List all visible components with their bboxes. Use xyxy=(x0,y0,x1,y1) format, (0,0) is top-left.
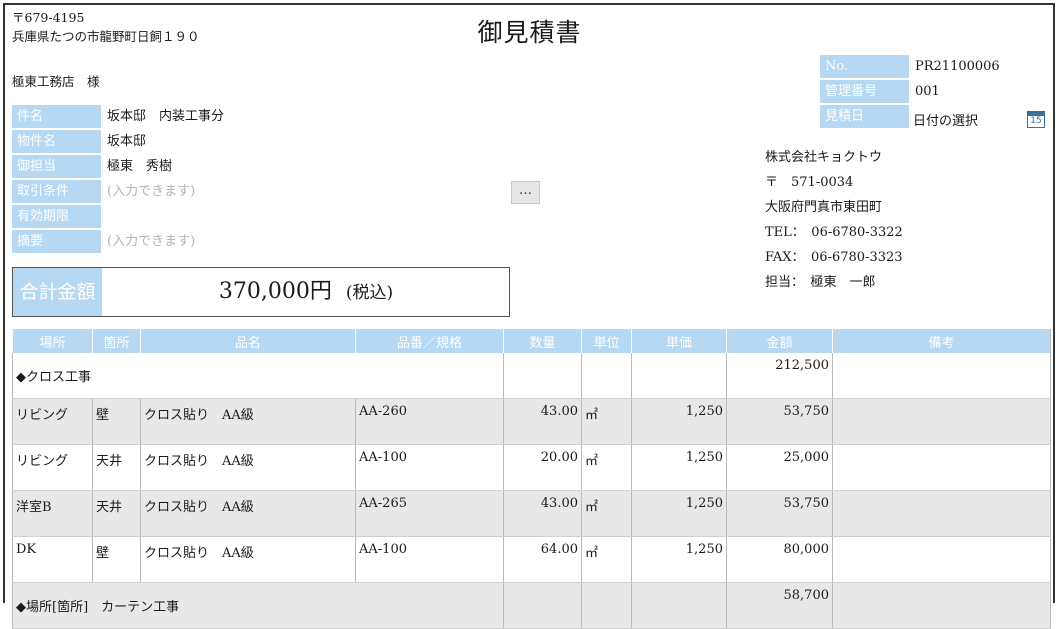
cell-item: クロス貼り AA級 xyxy=(140,444,356,491)
client-recipient: 極東工務店 様 xyxy=(12,74,100,89)
cell-quantity: 64.00 xyxy=(503,536,582,583)
group-name: ◆クロス工事 xyxy=(12,353,504,399)
cell-place: DK xyxy=(12,536,93,583)
column-header-code: 品番／規格 xyxy=(355,329,504,353)
cell-quantity: 43.00 xyxy=(503,490,582,537)
column-header-quantity: 数量 xyxy=(503,329,582,353)
cell-spot: 壁 xyxy=(92,536,141,583)
cell-unit-price: 1,250 xyxy=(631,536,727,583)
client-address: 兵庫県たつの市龍野町日飼１９０ xyxy=(12,29,200,44)
group-amount: 58,700 xyxy=(726,582,833,629)
cell-place: 洋室B xyxy=(12,490,93,537)
table-row[interactable]: 洋室B 天井 クロス貼り AA級 AA-265 43.00 ㎡ 1,250 53… xyxy=(12,490,1051,537)
meta-label-number: No. xyxy=(820,55,909,78)
cell-spot: 天井 xyxy=(92,444,141,491)
total-tax-note: (税込) xyxy=(345,283,394,303)
meta-value-number: PR21100006 xyxy=(915,59,1000,74)
field-value-expiry[interactable] xyxy=(107,205,407,228)
total-amount-box: 合計金額 370,000円 (税込) xyxy=(12,267,510,317)
field-label-subject: 件名 xyxy=(12,105,101,128)
cell-spot: 天井 xyxy=(92,490,141,537)
field-value-remarks[interactable]: (入力できます) xyxy=(107,230,195,253)
company-tel: TEL： 06-6780-3322 xyxy=(765,225,903,240)
company-fax: FAX： 06-6780-3323 xyxy=(765,250,903,265)
cell-unit: ㎡ xyxy=(581,444,632,491)
cell-code: AA-260 xyxy=(355,398,504,445)
field-label-property: 物件名 xyxy=(12,130,101,153)
cell-amount: 80,000 xyxy=(726,536,833,583)
cell-amount: 53,750 xyxy=(726,490,833,537)
field-label-remarks: 摘要 xyxy=(12,230,101,253)
cell-note xyxy=(832,398,1051,445)
estimate-items-table: 場所 箇所 品名 品番／規格 数量 単位 単価 金額 備考 ◆クロス工事 212… xyxy=(12,329,1051,629)
table-header-row: 場所 箇所 品名 品番／規格 数量 単位 単価 金額 備考 xyxy=(12,329,1051,353)
cell-unit: ㎡ xyxy=(581,398,632,445)
cell-item: クロス貼り AA級 xyxy=(140,490,356,537)
more-options-button[interactable]: … xyxy=(511,181,540,204)
cell-quantity: 43.00 xyxy=(503,398,582,445)
column-header-item: 品名 xyxy=(140,329,356,353)
field-value-subject[interactable]: 坂本邸 内装工事分 xyxy=(107,105,224,128)
cell-amount: 53,750 xyxy=(726,398,833,445)
column-header-unit-price: 単価 xyxy=(631,329,727,353)
cell-spot: 壁 xyxy=(92,398,141,445)
column-header-amount: 金額 xyxy=(726,329,833,353)
field-label-expiry: 有効期限 xyxy=(12,205,101,228)
column-header-note: 備考 xyxy=(832,329,1051,353)
company-name: 株式会社キョクトウ xyxy=(765,150,883,165)
total-amount-value: 370,000円 (税込) xyxy=(103,268,509,316)
cell-amount: 25,000 xyxy=(726,444,833,491)
cell-unit: ㎡ xyxy=(581,536,632,583)
client-postal-code: 〒679-4195 xyxy=(12,10,85,25)
field-value-terms[interactable]: (入力できます) xyxy=(107,180,195,203)
meta-value-estimate-date[interactable]: 日付の選択 xyxy=(913,110,978,133)
column-header-place: 場所 xyxy=(12,329,93,353)
table-row[interactable]: DK 壁 クロス貼り AA級 AA-100 64.00 ㎡ 1,250 80,0… xyxy=(12,536,1051,583)
group-name: ◆場所[箇所] カーテン工事 xyxy=(12,582,504,629)
group-amount: 212,500 xyxy=(726,353,833,399)
company-address: 大阪府門真市東田町 xyxy=(765,200,883,215)
cell-unit-price: 1,250 xyxy=(631,490,727,537)
cell-note xyxy=(832,536,1051,583)
field-value-person[interactable]: 極東 秀樹 xyxy=(107,155,172,178)
total-amount-number: 370,000円 xyxy=(218,279,332,304)
cell-code: AA-100 xyxy=(355,536,504,583)
cell-unit-price: 1,250 xyxy=(631,398,727,445)
table-group-row[interactable]: ◆場所[箇所] カーテン工事 58,700 xyxy=(12,582,1051,629)
cell-unit: ㎡ xyxy=(581,490,632,537)
cell-note xyxy=(832,444,1051,491)
meta-label-management-number: 管理番号 xyxy=(820,80,909,103)
cell-note xyxy=(832,490,1051,537)
cell-item: クロス貼り AA級 xyxy=(140,536,356,583)
table-group-row[interactable]: ◆クロス工事 212,500 xyxy=(12,353,1051,399)
cell-code: AA-100 xyxy=(355,444,504,491)
company-postal: 〒 571-0034 xyxy=(765,175,854,190)
company-contact: 担当： 極東 一郎 xyxy=(765,275,876,290)
cell-code: AA-265 xyxy=(355,490,504,537)
cell-unit-price: 1,250 xyxy=(631,444,727,491)
cell-place: リビング xyxy=(12,398,93,445)
column-header-unit: 単位 xyxy=(581,329,632,353)
meta-value-management-number[interactable]: 001 xyxy=(915,80,940,103)
field-value-property[interactable]: 坂本邸 xyxy=(107,130,146,153)
table-row[interactable]: リビング 天井 クロス貼り AA級 AA-100 20.00 ㎡ 1,250 2… xyxy=(12,444,1051,491)
table-row[interactable]: リビング 壁 クロス貼り AA級 AA-260 43.00 ㎡ 1,250 53… xyxy=(12,398,1051,445)
meta-label-estimate-date: 見積日 xyxy=(820,105,909,128)
calendar-icon[interactable]: 15 xyxy=(1027,111,1045,128)
total-amount-label: 合計金額 xyxy=(13,268,102,316)
cell-item: クロス貼り AA級 xyxy=(140,398,356,445)
field-label-terms: 取引条件 xyxy=(12,180,101,203)
cell-quantity: 20.00 xyxy=(503,444,582,491)
column-header-spot: 箇所 xyxy=(92,329,141,353)
field-label-person: 御担当 xyxy=(12,155,101,178)
cell-place: リビング xyxy=(12,444,93,491)
